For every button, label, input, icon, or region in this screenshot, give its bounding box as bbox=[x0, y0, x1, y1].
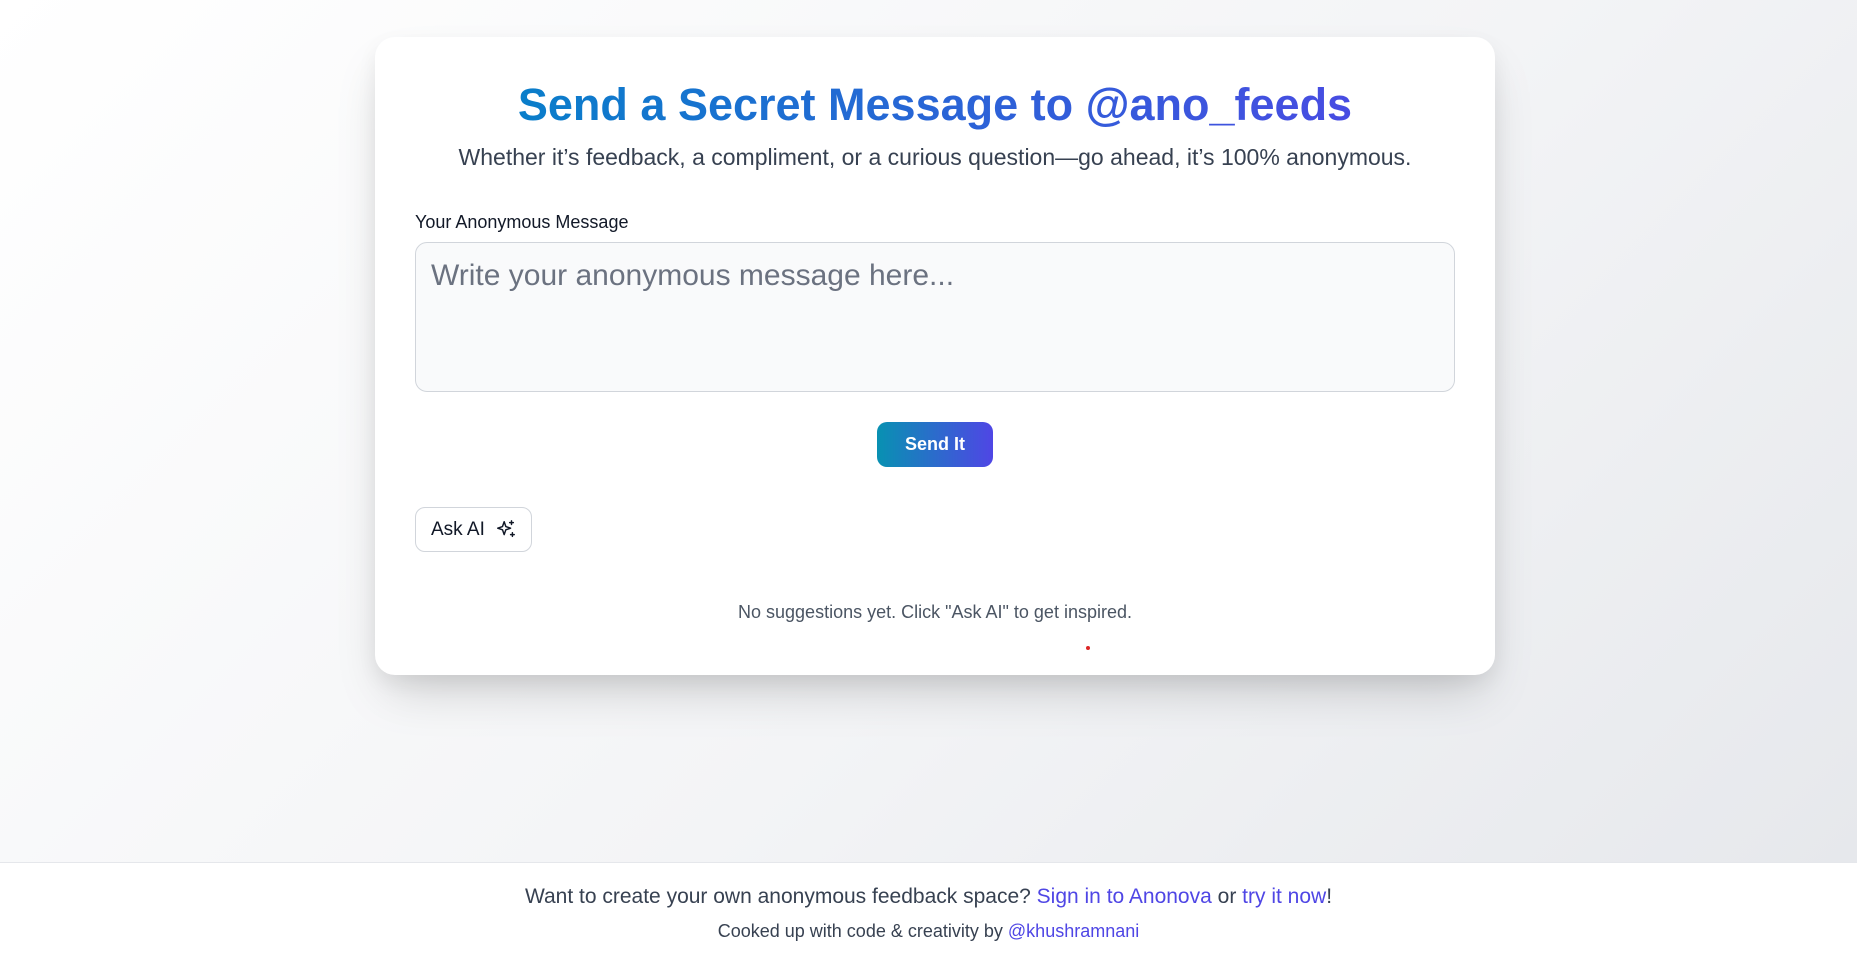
author-link[interactable]: @khushramnani bbox=[1008, 921, 1139, 941]
footer: Want to create your own anonymous feedba… bbox=[0, 862, 1857, 967]
credit-text: Cooked up with code & creativity by bbox=[717, 921, 1003, 941]
send-button[interactable]: Send It bbox=[877, 422, 993, 467]
try-it-now-link[interactable]: try it now bbox=[1242, 885, 1326, 908]
footer-or: or bbox=[1217, 885, 1237, 908]
ask-ai-label: Ask AI bbox=[431, 518, 485, 540]
page-title: Send a Secret Message to @ano_feeds bbox=[415, 78, 1455, 132]
suggestions-empty-state: No suggestions yet. Click "Ask AI" to ge… bbox=[738, 602, 1132, 622]
signin-link[interactable]: Sign in to Anonova bbox=[1037, 885, 1212, 908]
send-row: Send It bbox=[415, 422, 1455, 467]
ask-ai-button[interactable]: Ask AI bbox=[415, 507, 532, 552]
message-card: Send a Secret Message to @ano_feeds Whet… bbox=[375, 37, 1495, 675]
sparkles-icon bbox=[495, 519, 517, 541]
footer-exclamation: ! bbox=[1326, 885, 1333, 908]
message-field-label: Your Anonymous Message bbox=[415, 212, 629, 232]
page-subtitle: Whether it’s feedback, a compliment, or … bbox=[458, 144, 1412, 170]
main-area: Send a Secret Message to @ano_feeds Whet… bbox=[0, 0, 1857, 862]
footer-credit: Cooked up with code & creativity by @khu… bbox=[0, 921, 1857, 942]
footer-cta: Want to create your own anonymous feedba… bbox=[0, 885, 1857, 909]
footer-prompt: Want to create your own anonymous feedba… bbox=[524, 885, 1031, 908]
status-dot bbox=[1086, 646, 1090, 650]
message-input[interactable] bbox=[415, 242, 1455, 392]
